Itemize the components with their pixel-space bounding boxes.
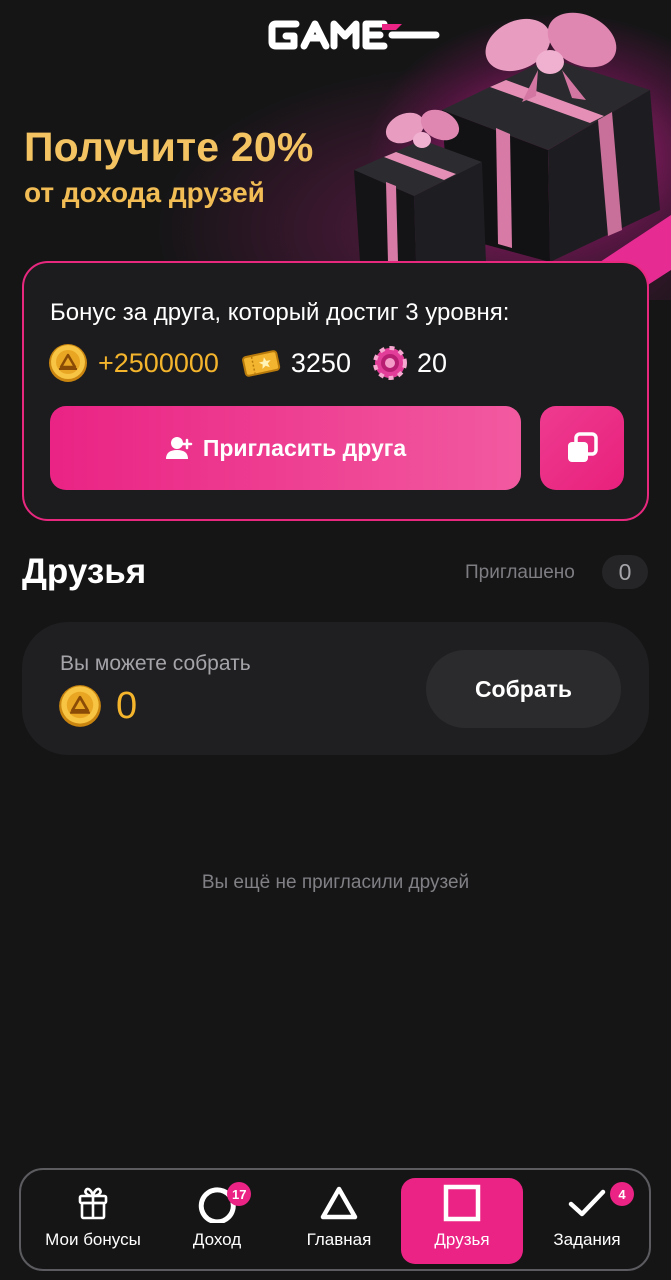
coin-icon bbox=[49, 344, 87, 382]
bottom-navigation: Мои бонусы 17 Доход Главная Друзья 4 Зад… bbox=[19, 1168, 651, 1271]
reward-list: +2500000 3250 20 bbox=[48, 343, 469, 383]
nav-item-home[interactable]: Главная bbox=[283, 1178, 395, 1264]
collect-button[interactable]: Собрать bbox=[426, 650, 621, 728]
collect-amount-value: 0 bbox=[116, 684, 138, 727]
nav-label: Главная bbox=[306, 1230, 372, 1249]
square-icon bbox=[443, 1184, 481, 1222]
invited-label: Приглашено bbox=[465, 562, 575, 583]
copy-link-button[interactable] bbox=[540, 406, 624, 490]
nav-item-income[interactable]: 17 Доход bbox=[161, 1178, 273, 1264]
nav-label: Задания bbox=[553, 1230, 621, 1249]
reward-coins-value: +2500000 bbox=[98, 347, 219, 378]
collect-label: Вы можете собрать bbox=[60, 652, 251, 675]
reward-tickets-value: 3250 bbox=[290, 347, 351, 378]
check-icon bbox=[568, 1189, 606, 1217]
triangle-icon bbox=[320, 1186, 358, 1220]
reward-chips-value: 20 bbox=[416, 347, 448, 378]
hero-banner: Получите 20% от дохода друзей bbox=[0, 0, 671, 300]
collect-card: Вы можете собрать 0 Собрать bbox=[22, 622, 649, 755]
chip-icon bbox=[372, 346, 407, 380]
hero-title: Получите 20% bbox=[24, 124, 314, 170]
nav-label: Друзья bbox=[434, 1230, 490, 1249]
coin-icon bbox=[59, 685, 101, 727]
tasks-badge: 4 bbox=[610, 1182, 634, 1206]
gift-icon bbox=[78, 1187, 108, 1220]
invite-friend-button[interactable]: Пригласить друга bbox=[50, 406, 521, 490]
nav-item-my-bonuses[interactable]: Мои бонусы bbox=[33, 1178, 153, 1264]
copy-icon bbox=[568, 432, 598, 462]
income-badge: 17 bbox=[227, 1182, 252, 1206]
reward-tickets: 3250 bbox=[241, 348, 351, 379]
empty-friends-message: Вы ещё не пригласили друзей bbox=[201, 872, 470, 893]
reward-coins: +2500000 bbox=[48, 343, 219, 383]
friends-section-title: Друзья bbox=[22, 552, 147, 591]
gift-boxes-illustration bbox=[354, 12, 671, 290]
invite-friend-label: Пригласить друга bbox=[202, 434, 407, 461]
nav-item-tasks[interactable]: 4 Задания bbox=[531, 1178, 643, 1264]
reward-chips: 20 bbox=[372, 346, 448, 380]
invited-count-badge: 0 bbox=[602, 555, 648, 589]
nav-label: Доход bbox=[192, 1230, 242, 1249]
hero-subtitle: от дохода друзей bbox=[24, 177, 265, 208]
referral-bonus-title: Бонус за друга, который достиг 3 уровня: bbox=[50, 299, 510, 326]
referral-bonus-card: Бонус за друга, который достиг 3 уровня:… bbox=[22, 261, 649, 521]
collect-amount: 0 bbox=[58, 684, 137, 728]
add-user-icon bbox=[165, 437, 193, 459]
nav-item-friends[interactable]: Друзья bbox=[401, 1178, 523, 1264]
nav-label: Мои бонусы bbox=[45, 1230, 141, 1249]
ticket-icon bbox=[241, 350, 281, 377]
